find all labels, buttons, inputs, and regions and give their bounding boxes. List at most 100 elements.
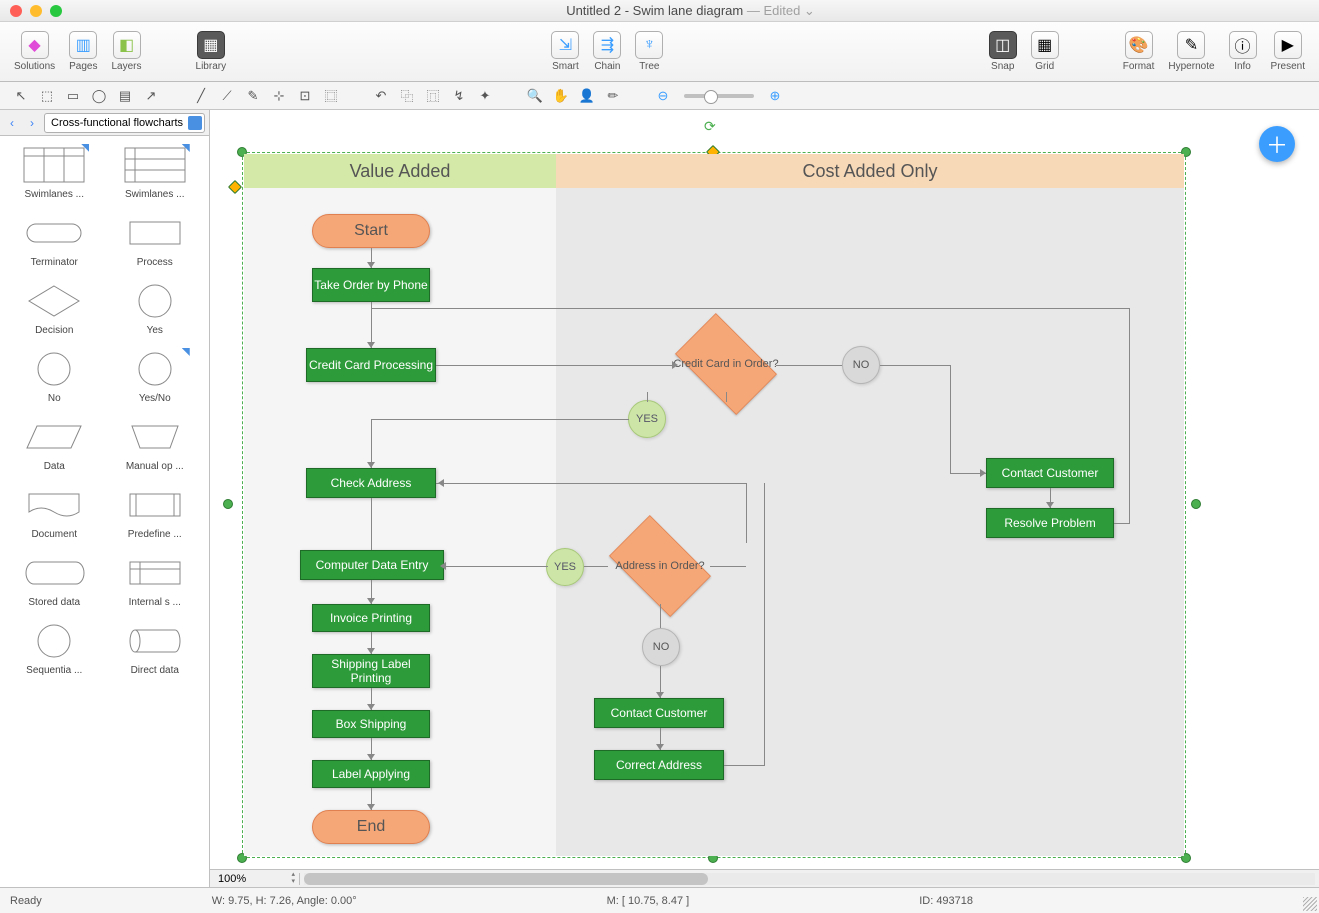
snap-button[interactable]: ◫Snap [983, 29, 1023, 74]
ungroup-tool[interactable]: ⿵ [422, 85, 444, 107]
lib-item-direct-data[interactable]: Direct data [109, 620, 202, 676]
lib-item-manual-op[interactable]: Manual op ... [109, 416, 202, 472]
computer-data-entry-node[interactable]: Computer Data Entry [300, 550, 444, 580]
main-toolbar: ◆Solutions ▥Pages ◧Layers ▦Library ⇲Smar… [0, 22, 1319, 82]
shipping-label-node[interactable]: Shipping Label Printing [312, 654, 430, 688]
lib-back-button[interactable]: ‹ [4, 115, 20, 131]
toolbar-label: Solutions [14, 61, 55, 72]
library-selector-label: Cross-functional flowcharts [51, 117, 183, 129]
lib-item-internal-s[interactable]: Internal s ... [109, 552, 202, 608]
zoom-percent[interactable]: 100% [210, 873, 300, 885]
take-order-node[interactable]: Take Order by Phone [312, 268, 430, 302]
lib-item-decision[interactable]: Decision [8, 280, 101, 336]
container2-tool[interactable]: ⿴ [320, 85, 342, 107]
bezier-tool[interactable]: ╱ [190, 85, 212, 107]
library-button[interactable]: ▦Library [190, 29, 233, 74]
info-button[interactable]: ⓘInfo [1223, 29, 1263, 74]
line-tool[interactable]: ↗ [140, 85, 162, 107]
lib-item-terminator[interactable]: Terminator [8, 212, 101, 268]
lib-item-swimlanes-v[interactable]: Swimlanes ... [8, 144, 101, 200]
format-button[interactable]: 🎨Format [1117, 29, 1161, 74]
select-tool[interactable]: ↖ [10, 85, 32, 107]
no-badge-2[interactable]: NO [642, 628, 680, 666]
zoom-out-button[interactable]: ⊖ [652, 85, 674, 107]
arrowhead-icon [367, 648, 375, 654]
minimize-window-button[interactable] [30, 5, 42, 17]
contact-customer-2-node[interactable]: Contact Customer [594, 698, 724, 728]
smart-button[interactable]: ⇲Smart [545, 29, 585, 74]
resolve-problem-node[interactable]: Resolve Problem [986, 508, 1114, 538]
rotation-handle[interactable]: ⟳ [704, 118, 718, 132]
resize-handle[interactable] [228, 180, 242, 194]
connector [764, 483, 765, 766]
pencil-tool[interactable]: ✏ [602, 85, 624, 107]
chain-button[interactable]: ⇶Chain [587, 29, 627, 74]
container1-tool[interactable]: ⊡ [294, 85, 316, 107]
connector [371, 419, 372, 468]
lib-item-yesno[interactable]: Yes/No [109, 348, 202, 404]
grid-icon: ▦ [1031, 31, 1059, 59]
lib-item-data[interactable]: Data [8, 416, 101, 472]
zoom-tool[interactable]: 🔍 [524, 85, 546, 107]
ellipse-tool[interactable]: ◯ [88, 85, 110, 107]
canvas[interactable]: ⟳ Value Added Cost Added Only Start Take… [210, 110, 1319, 887]
scrollbar-thumb[interactable] [304, 873, 708, 885]
lane-header-1: Value Added [244, 154, 556, 188]
table-tool[interactable]: ▤ [114, 85, 136, 107]
lib-item-stored-data[interactable]: Stored data [8, 552, 101, 608]
tree-button[interactable]: ♆Tree [629, 29, 669, 74]
cc-processing-node[interactable]: Credit Card Processing [306, 348, 436, 382]
shape-preview-icon [19, 484, 89, 526]
resize-grip-icon[interactable] [1303, 897, 1317, 911]
add-button[interactable]: ＋ [1259, 126, 1295, 162]
pan-tool[interactable]: ✋ [550, 85, 572, 107]
lib-item-process[interactable]: Process [109, 212, 202, 268]
maximize-window-button[interactable] [50, 5, 62, 17]
crop-tool[interactable]: ⊹ [268, 85, 290, 107]
pages-button[interactable]: ▥Pages [63, 29, 103, 74]
horizontal-scrollbar[interactable] [304, 873, 1315, 885]
magic-tool[interactable]: ✦ [474, 85, 496, 107]
resize-handle[interactable] [1191, 499, 1201, 509]
lib-item-yes[interactable]: Yes [109, 280, 202, 336]
curve-tool[interactable]: ⟋ [216, 85, 238, 107]
connect-tool[interactable]: ↯ [448, 85, 470, 107]
address-in-order-decision[interactable]: Address in Order? [600, 526, 720, 606]
lib-item-sequentia[interactable]: Sequentia ... [8, 620, 101, 676]
group-tool[interactable]: ⿻ [396, 85, 418, 107]
label-applying-node[interactable]: Label Applying [312, 760, 430, 788]
yes-badge-1[interactable]: YES [628, 400, 666, 438]
library-selector[interactable]: Cross-functional flowcharts [44, 113, 205, 133]
person-tool[interactable]: 👤 [576, 85, 598, 107]
toolbar-label: Hypernote [1168, 61, 1214, 72]
check-address-node[interactable]: Check Address [306, 468, 436, 498]
invoice-printing-node[interactable]: Invoice Printing [312, 604, 430, 632]
grid-button[interactable]: ▦Grid [1025, 29, 1065, 74]
start-node[interactable]: Start [312, 214, 430, 248]
lib-item-document[interactable]: Document [8, 484, 101, 540]
lib-item-swimlanes-h[interactable]: Swimlanes ... [109, 144, 202, 200]
close-window-button[interactable] [10, 5, 22, 17]
solutions-button[interactable]: ◆Solutions [8, 29, 61, 74]
present-button[interactable]: ▶Present [1265, 29, 1311, 74]
zoom-slider[interactable] [684, 94, 754, 98]
lib-item-predefine[interactable]: Predefine ... [109, 484, 202, 540]
box-shipping-node[interactable]: Box Shipping [312, 710, 430, 738]
highlighter-tool[interactable]: ✎ [242, 85, 264, 107]
text-tool[interactable]: ⬚ [36, 85, 58, 107]
correct-address-node[interactable]: Correct Address [594, 750, 724, 780]
rect-tool[interactable]: ▭ [62, 85, 84, 107]
yes-badge-2[interactable]: YES [546, 548, 584, 586]
layers-button[interactable]: ◧Layers [106, 29, 148, 74]
arrowhead-icon [438, 479, 444, 487]
lib-forward-button[interactable]: › [24, 115, 40, 131]
lib-item-no[interactable]: No [8, 348, 101, 404]
contact-customer-1-node[interactable]: Contact Customer [986, 458, 1114, 488]
zoom-in-button[interactable]: ⊕ [764, 85, 786, 107]
end-node[interactable]: End [312, 810, 430, 844]
statusbar: Ready W: 9.75, H: 7.26, Angle: 0.00° M: … [0, 887, 1319, 913]
resize-handle[interactable] [223, 499, 233, 509]
undo-tool[interactable]: ↶ [370, 85, 392, 107]
no-badge-1[interactable]: NO [842, 346, 880, 384]
hypernote-button[interactable]: ✎Hypernote [1162, 29, 1220, 74]
